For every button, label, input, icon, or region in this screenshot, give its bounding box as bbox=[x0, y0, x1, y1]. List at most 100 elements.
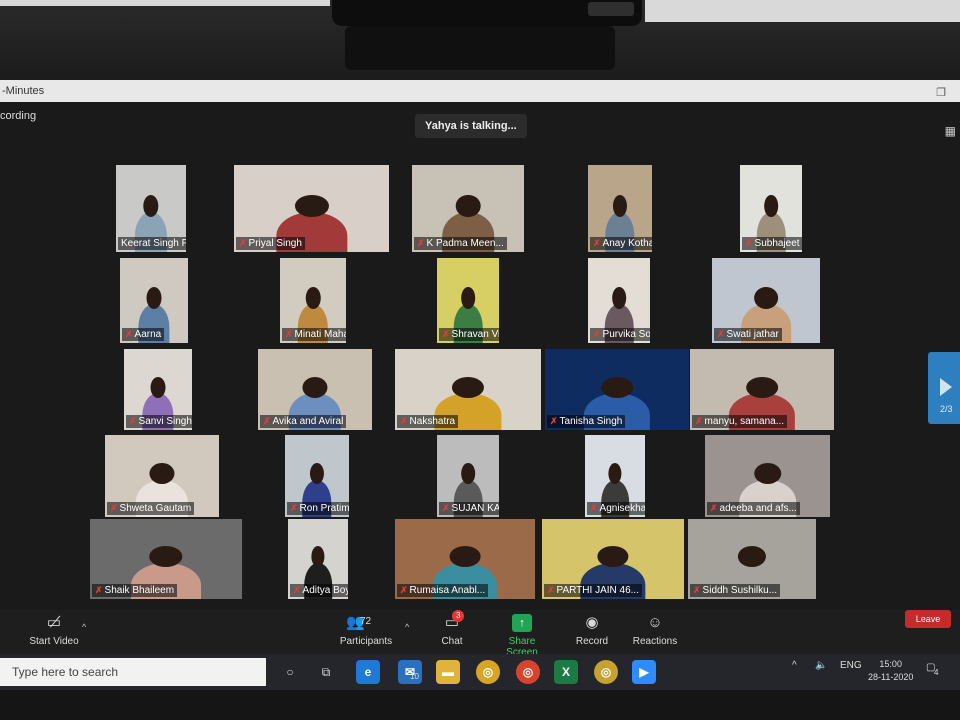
participant-name-tag: Keerat Singh Pongl... bbox=[118, 237, 186, 250]
participants-count: 72 bbox=[360, 616, 372, 627]
participant-head bbox=[294, 194, 329, 218]
chat-button[interactable]: ▭ 3 Chat bbox=[432, 610, 472, 647]
chevron-up-icon[interactable]: ^ bbox=[405, 622, 409, 632]
mic-muted-icon: ✗ bbox=[693, 585, 701, 595]
language-indicator[interactable]: ENG bbox=[840, 660, 862, 671]
participant-video-tile[interactable]: ✗ manyu, samana... bbox=[690, 349, 834, 430]
excel-icon[interactable]: X bbox=[554, 660, 578, 684]
participant-head bbox=[461, 286, 475, 309]
participants-button[interactable]: 👥 72 Participants bbox=[336, 610, 396, 647]
participant-name: Ron Pratim Bora bbox=[299, 503, 349, 514]
participant-video-tile[interactable]: ✗ Avika and Aviral bbox=[258, 349, 372, 430]
chrome-icon[interactable]: ◎ bbox=[594, 660, 618, 684]
participant-video-tile[interactable]: ✗Anay Kothawade bbox=[588, 165, 652, 252]
participant-video-tile[interactable]: ✗Shravan Vinu bbox=[437, 258, 499, 343]
meeting-toolbar: ▭̸ Start Video ^ 👥 72 Participants ^ ▭ 3… bbox=[0, 610, 960, 660]
participant-video-tile[interactable]: ✗Ron Pratim Bora bbox=[285, 435, 349, 517]
participant-name-tag: ✗ Nakshatra bbox=[397, 415, 459, 428]
participant-video-tile[interactable]: ✗ Sanvi Singh bbox=[124, 349, 192, 430]
mic-muted-icon: ✗ bbox=[95, 585, 103, 595]
participant-name: Subhajeet Mitra bbox=[754, 238, 802, 249]
participant-video-tile[interactable]: ✗ Tanisha Singh bbox=[545, 349, 689, 430]
zoom-icon[interactable]: ▶ bbox=[632, 660, 656, 684]
record-button[interactable]: ◉ Record bbox=[572, 610, 612, 647]
mic-muted-icon: ✗ bbox=[442, 503, 450, 513]
record-icon: ◉ bbox=[585, 614, 599, 631]
next-page-button[interactable]: 2/3 bbox=[928, 352, 960, 424]
participant-video-tile[interactable]: ✗ Swati jathar bbox=[712, 258, 820, 343]
participant-head bbox=[143, 194, 159, 218]
participant-video-tile[interactable]: ✗ Nakshatra bbox=[395, 349, 541, 430]
participant-video-tile[interactable]: ✗ Aarna bbox=[120, 258, 188, 343]
participant-name: Siddh Sushilku... bbox=[702, 585, 778, 596]
participant-video-tile[interactable]: ✗ Shaik Bhaileem bbox=[90, 519, 242, 599]
mic-muted-icon: ✗ bbox=[263, 416, 271, 426]
mic-muted-icon: ✗ bbox=[293, 585, 301, 595]
start-video-button[interactable]: ▭̸ Start Video bbox=[26, 610, 82, 647]
participant-name-tag: ✗ Siddh Sushilku... bbox=[690, 584, 781, 597]
chevron-up-icon[interactable]: ^ bbox=[792, 660, 797, 671]
background-strip bbox=[645, 0, 960, 22]
video-off-icon: ▭̸ bbox=[46, 614, 62, 631]
participant-name: Purvika Soofa bbox=[602, 329, 650, 340]
participant-name-tag: ✗ K Padma Meen... bbox=[414, 237, 507, 250]
participant-video-tile[interactable]: ✗ adeeba and afs... bbox=[705, 435, 830, 517]
participant-video-tile[interactable]: ✗ Priyal Singh bbox=[234, 165, 389, 252]
gallery-view-icon[interactable]: ▦ bbox=[945, 124, 956, 138]
participant-name-tag: ✗Minati Maharana bbox=[282, 328, 346, 341]
mic-muted-icon: ✗ bbox=[400, 585, 408, 595]
participant-name-tag: ✗Shravan Vinu bbox=[439, 328, 499, 341]
mic-muted-icon: ✗ bbox=[239, 238, 247, 248]
cortana-icon[interactable]: ○ bbox=[278, 660, 302, 684]
participant-video-tile[interactable]: ✗ Rumaisa Anabl... bbox=[395, 519, 535, 599]
participant-name-tag: ✗ manyu, samana... bbox=[692, 415, 788, 428]
participant-video-tile[interactable]: ✗ Shweta Gautam bbox=[105, 435, 219, 517]
chevron-up-icon[interactable]: ^ bbox=[82, 622, 86, 632]
taskbar-search-input[interactable]: Type here to search bbox=[0, 658, 266, 686]
participant-video-tile[interactable]: ✗Aditya Boyina bbox=[288, 519, 348, 599]
participant-video-tile[interactable]: ✗ PARTHI JAIN 46... bbox=[542, 519, 684, 599]
participant-video-tile[interactable]: Keerat Singh Pongl... bbox=[116, 165, 186, 252]
participant-video-tile[interactable]: ✗Purvika Soofa bbox=[588, 258, 650, 343]
edge-icon[interactable]: e bbox=[356, 660, 380, 684]
participant-head bbox=[150, 376, 166, 398]
participant-video-tile[interactable]: ✗SUJAN KARTHIK bbox=[437, 435, 499, 517]
mic-muted-icon: ✗ bbox=[285, 329, 293, 339]
restore-icon[interactable]: ❐ bbox=[936, 82, 946, 104]
participants-label: Participants bbox=[339, 636, 393, 647]
leave-button[interactable]: Leave bbox=[905, 610, 951, 628]
participant-video-tile[interactable]: ✗Minati Maharana bbox=[280, 258, 346, 343]
participant-head bbox=[302, 376, 328, 398]
mic-muted-icon: ✗ bbox=[125, 329, 133, 339]
chat-label: Chat bbox=[441, 636, 463, 647]
recording-label: cording bbox=[0, 110, 37, 122]
participant-video-tile[interactable]: ✗Subhajeet Mitra bbox=[740, 165, 802, 252]
participant-video-tile[interactable]: ✗Agnisekhar das bbox=[585, 435, 645, 517]
participant-name: Shaik Bhaileem bbox=[104, 585, 175, 596]
participant-name-tag: ✗ Shaik Bhaileem bbox=[92, 584, 178, 597]
participant-name: adeeba and afs... bbox=[719, 503, 797, 514]
participant-name: Aarna bbox=[134, 329, 162, 340]
chrome-icon[interactable]: ◎ bbox=[516, 660, 540, 684]
participant-head bbox=[149, 546, 183, 567]
background-strip bbox=[0, 0, 330, 6]
participant-name-tag: ✗Anay Kothawade bbox=[590, 237, 652, 250]
participant-head bbox=[461, 462, 475, 485]
participant-video-tile[interactable]: ✗ Siddh Sushilku... bbox=[688, 519, 816, 599]
share-screen-button[interactable]: ↑ Share Screen bbox=[492, 610, 552, 658]
mic-muted-icon: ✗ bbox=[417, 238, 425, 248]
smiley-icon: ☺ bbox=[647, 614, 663, 631]
task-view-icon[interactable]: ⧉ bbox=[314, 660, 338, 684]
volume-icon[interactable]: 🔈 bbox=[815, 660, 827, 671]
mic-muted-icon: ✗ bbox=[590, 503, 598, 513]
participant-name-tag: ✗ adeeba and afs... bbox=[707, 502, 800, 515]
chrome-icon[interactable]: ◎ bbox=[476, 660, 500, 684]
reactions-button[interactable]: ☺ Reactions bbox=[630, 610, 680, 647]
file-explorer-icon[interactable]: ▬ bbox=[436, 660, 460, 684]
active-speaker-indicator: Yahya is talking... bbox=[415, 114, 527, 138]
taskbar-clock[interactable]: 15:00 28-11-2020 bbox=[868, 658, 913, 684]
participant-name: PARTHI JAIN 46... bbox=[556, 585, 639, 596]
participant-head bbox=[311, 546, 325, 567]
participant-name: Aditya Boyina bbox=[302, 585, 348, 596]
participant-video-tile[interactable]: ✗ K Padma Meen... bbox=[412, 165, 524, 252]
